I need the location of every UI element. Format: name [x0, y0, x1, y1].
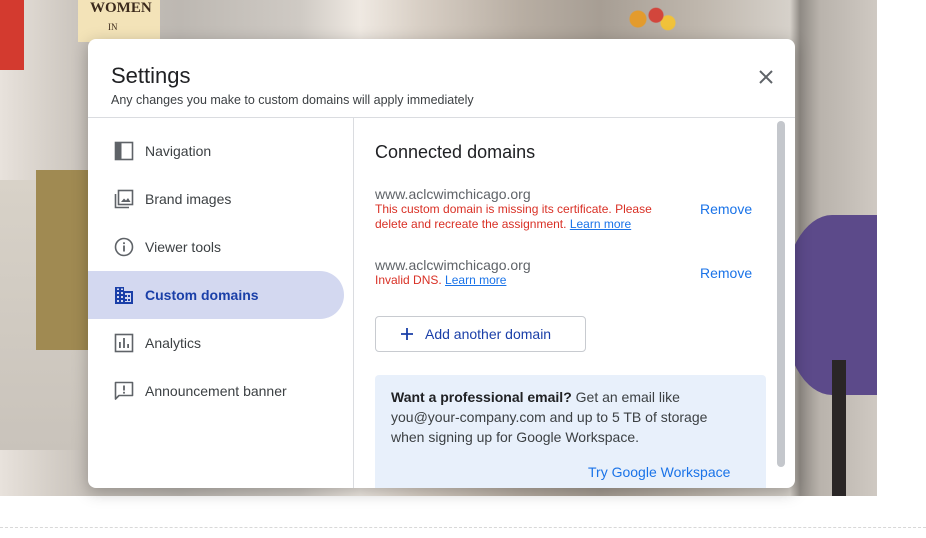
- sidebar-item-viewer-tools[interactable]: Viewer tools: [88, 223, 344, 271]
- sidebar-item-brand-images[interactable]: Brand images: [88, 175, 344, 223]
- sidebar-item-custom-domains[interactable]: Custom domains: [88, 271, 344, 319]
- scrollbar-thumb[interactable]: [777, 121, 785, 467]
- image-icon: [113, 188, 135, 210]
- navigation-panel-icon: [113, 140, 135, 162]
- info-icon: [113, 236, 135, 258]
- add-domain-label: Add another domain: [425, 326, 552, 342]
- domain-error: This custom domain is missing its certif…: [375, 202, 675, 232]
- sidebar-item-label: Viewer tools: [145, 239, 222, 255]
- sidebar-item-label: Navigation: [145, 143, 212, 159]
- background-table-leg: [832, 360, 846, 496]
- remove-domain-button[interactable]: Remove: [700, 265, 752, 281]
- promo-heading: Want a professional email?: [391, 389, 572, 405]
- settings-dialog: Settings Any changes you make to custom …: [88, 39, 795, 488]
- sidebar-item-label: Analytics: [145, 335, 202, 351]
- custom-domains-panel: Connected domains www.aclcwimchicago.org…: [355, 118, 795, 488]
- try-workspace-link[interactable]: Try Google Workspace: [588, 464, 730, 480]
- domain-name: www.aclcwimchicago.org: [375, 186, 531, 202]
- domain-building-icon: [113, 284, 135, 306]
- poster-title: WOMEN: [90, 0, 152, 16]
- sidebar-item-navigation[interactable]: Navigation: [88, 127, 344, 175]
- sidebar-item-announcement-banner[interactable]: Announcement banner: [88, 367, 344, 415]
- dialog-header: Settings Any changes you make to custom …: [88, 39, 795, 118]
- domain-error: Invalid DNS. Learn more: [375, 273, 675, 288]
- close-button[interactable]: [751, 62, 781, 92]
- settings-sidebar: Navigation Brand images Viewer tools Cus…: [88, 118, 354, 488]
- section-title: Connected domains: [375, 142, 536, 162]
- sidebar-item-label: Brand images: [145, 191, 232, 207]
- sidebar-item-label: Announcement banner: [145, 383, 287, 399]
- learn-more-link[interactable]: Learn more: [445, 273, 506, 287]
- background-flowers: [620, 0, 680, 38]
- promo-text: Want a professional email? Get an email …: [391, 387, 736, 447]
- dialog-title: Settings: [111, 63, 191, 88]
- announcement-icon: [113, 380, 135, 402]
- sidebar-item-analytics[interactable]: Analytics: [88, 319, 344, 367]
- add-domain-button[interactable]: Add another domain: [375, 316, 586, 352]
- background-purple-cloth: [782, 215, 877, 395]
- plus-icon: [401, 328, 413, 340]
- close-icon: [759, 70, 773, 84]
- background-card: [0, 0, 24, 70]
- page-divider: [0, 527, 926, 528]
- poster-subtitle: IN: [108, 22, 118, 32]
- domain-error-text: Invalid DNS.: [375, 273, 442, 287]
- remove-domain-button[interactable]: Remove: [700, 201, 752, 217]
- background-runner: [36, 170, 90, 350]
- sidebar-item-label: Custom domains: [145, 287, 259, 303]
- learn-more-link[interactable]: Learn more: [570, 217, 631, 231]
- bar-chart-icon: [113, 332, 135, 354]
- dialog-subtitle: Any changes you make to custom domains w…: [111, 93, 474, 107]
- workspace-promo-card: Want a professional email? Get an email …: [375, 375, 766, 488]
